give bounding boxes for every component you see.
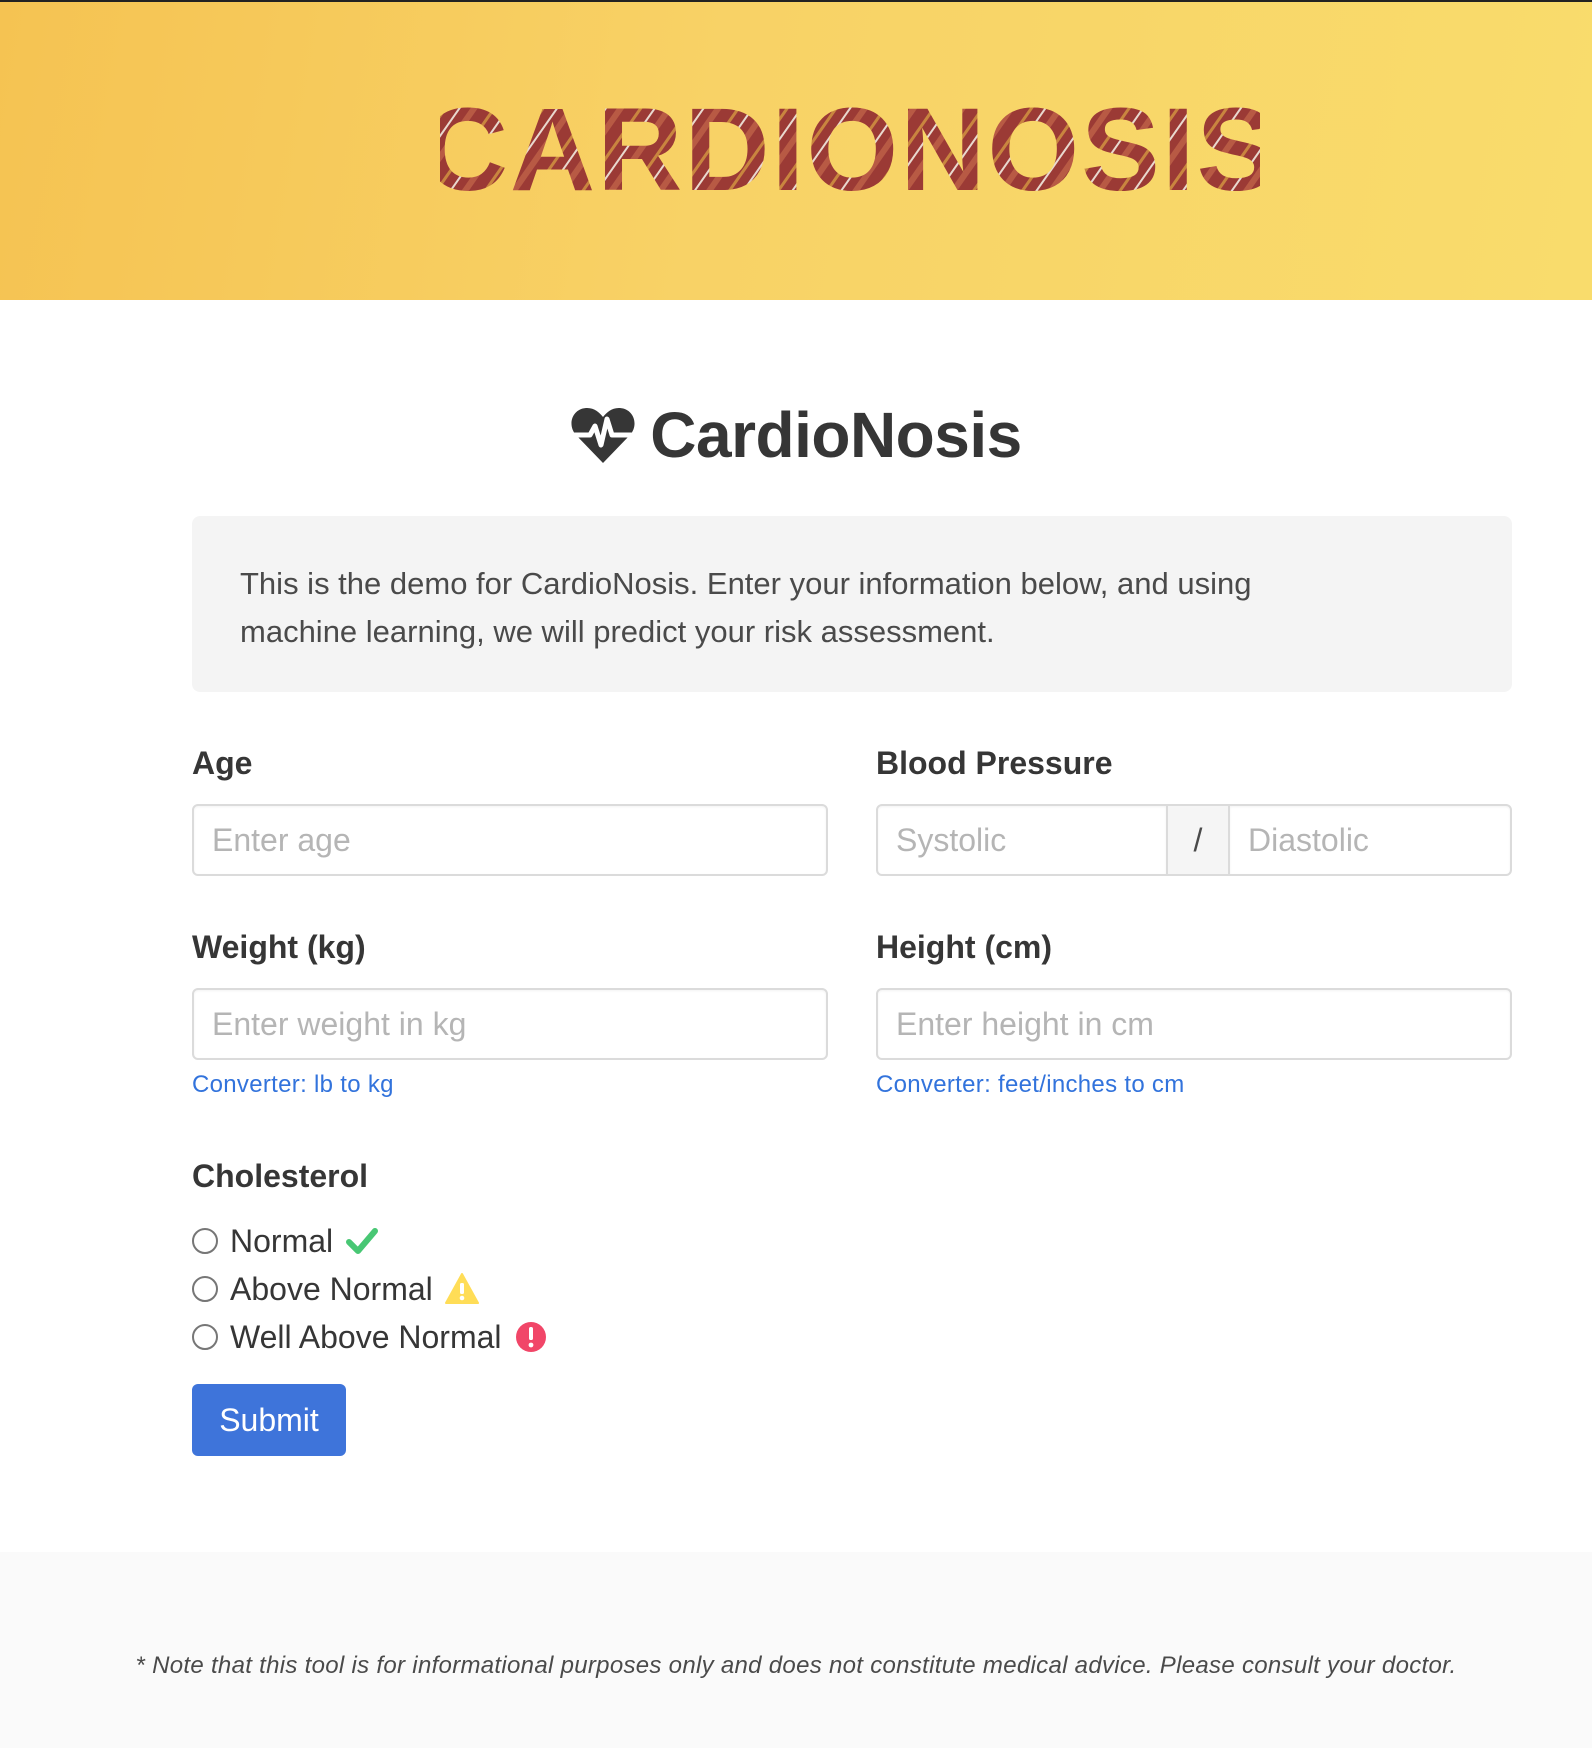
blood-pressure-label: Blood Pressure (876, 745, 1113, 781)
height-label: Height (cm) (876, 929, 1052, 965)
radio-label: Well Above Normal (230, 1318, 502, 1355)
cardionosis-logo: CARDIONOSIS (440, 82, 1260, 212)
feet-inches-to-cm-converter-link[interactable]: Converter: feet/inches to cm (876, 1071, 1185, 1099)
weight-input[interactable] (192, 988, 828, 1060)
radio-button[interactable] (192, 1228, 218, 1254)
cholesterol-label: Cholesterol (192, 1158, 369, 1194)
header-banner: CARDIONOSIS (0, 0, 1592, 300)
intro-text: This is the demo for CardioNosis. Enter … (240, 566, 1252, 649)
blood-pressure-group: / (876, 804, 1512, 876)
bp-separator: / (1168, 804, 1228, 876)
cholesterol-option-above-normal[interactable]: Above Normal (192, 1267, 479, 1311)
page-title-row: CardioNosis (0, 395, 1592, 475)
exclamation-circle-icon (514, 1320, 548, 1354)
radio-label: Normal (230, 1222, 334, 1259)
cholesterol-option-normal[interactable]: Normal (192, 1219, 379, 1263)
heartbeat-icon (570, 405, 637, 465)
check-icon (345, 1224, 379, 1258)
footer: * Note that this tool is for information… (0, 1552, 1592, 1748)
intro-box: This is the demo for CardioNosis. Enter … (192, 516, 1512, 692)
age-label: Age (192, 745, 253, 781)
cholesterol-option-well-above-normal[interactable]: Well Above Normal (192, 1315, 548, 1359)
age-input[interactable] (192, 804, 828, 876)
radio-button[interactable] (192, 1276, 218, 1302)
disclaimer-note: * Note that this tool is for information… (135, 1652, 1457, 1679)
height-input[interactable] (876, 988, 1512, 1060)
systolic-input[interactable] (876, 804, 1168, 876)
submit-button[interactable]: Submit (192, 1384, 346, 1456)
page-title: CardioNosis (650, 399, 1022, 471)
radio-label: Above Normal (230, 1270, 433, 1307)
svg-text:CARDIONOSIS: CARDIONOSIS (440, 84, 1260, 212)
diastolic-input[interactable] (1228, 804, 1512, 876)
radio-button[interactable] (192, 1324, 218, 1350)
weight-label: Weight (kg) (192, 929, 366, 965)
lb-to-kg-converter-link[interactable]: Converter: lb to kg (192, 1071, 394, 1099)
warning-icon (444, 1272, 479, 1306)
